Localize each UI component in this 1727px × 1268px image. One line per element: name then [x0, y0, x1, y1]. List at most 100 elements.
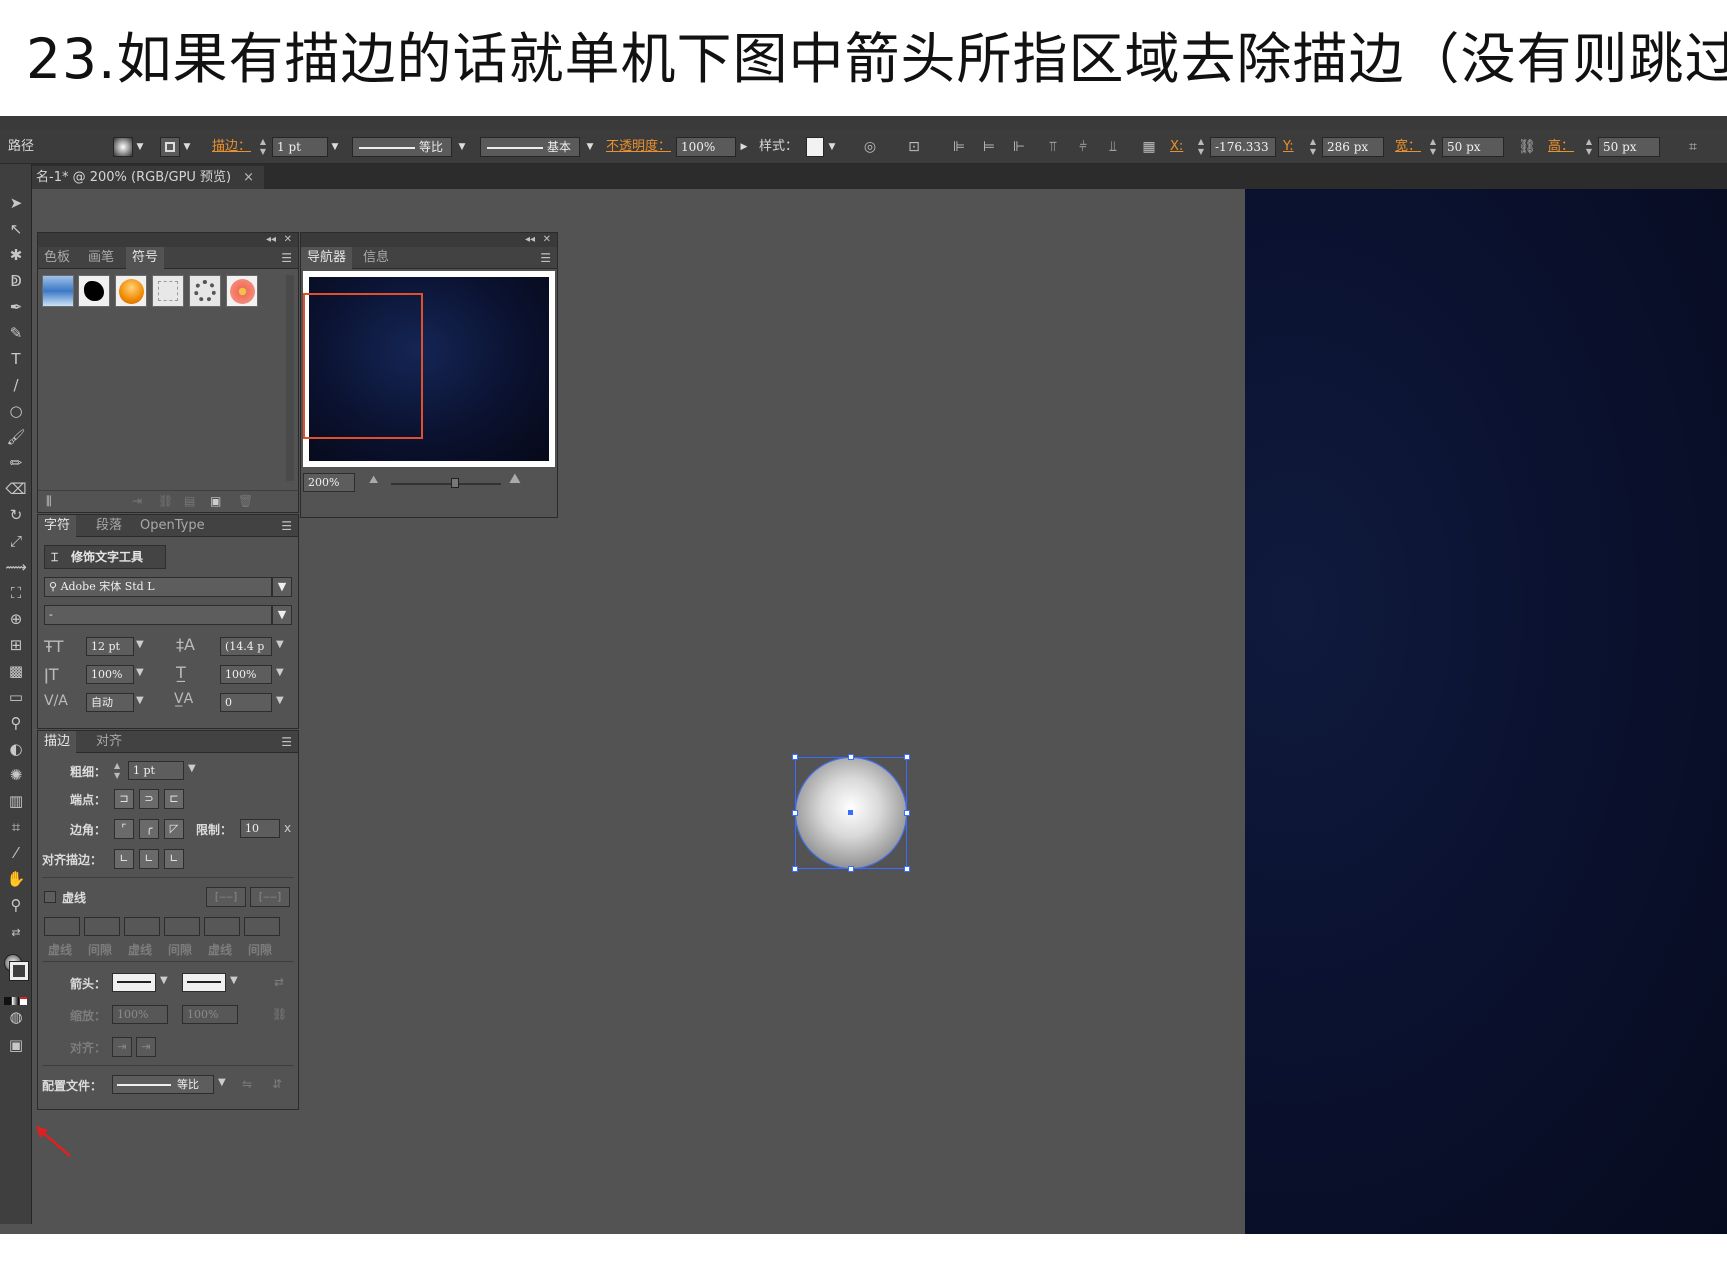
- collapse-icon[interactable]: ◂◂: [266, 233, 276, 247]
- style-swatch[interactable]: [806, 137, 824, 157]
- resize-handle-bottom-right[interactable]: [904, 866, 910, 872]
- dash-field-1[interactable]: [44, 917, 80, 936]
- tab-opentype[interactable]: OpenType: [134, 515, 211, 537]
- tab-info[interactable]: 信息: [357, 247, 395, 269]
- delete-symbol-icon[interactable]: 🗑: [238, 494, 253, 508]
- align-left-icon[interactable]: ⊫: [950, 138, 968, 156]
- selected-gradient-circle[interactable]: [792, 754, 910, 872]
- kerning-field[interactable]: 自动: [86, 693, 134, 712]
- x-spinner-icon[interactable]: ▲ ▼: [1196, 137, 1206, 157]
- symbol-ink-splat[interactable]: [78, 275, 110, 307]
- width-field[interactable]: 50 px: [1442, 137, 1504, 157]
- mesh-tool-icon[interactable]: ▩: [4, 660, 28, 682]
- round-cap-icon[interactable]: ⊃: [139, 789, 159, 809]
- break-link-icon[interactable]: ⛓: [158, 494, 173, 508]
- resize-handle-bottom-left[interactable]: [792, 866, 798, 872]
- symbol-options-icon[interactable]: ▤: [184, 494, 195, 508]
- height-field[interactable]: 50 px: [1598, 137, 1660, 157]
- panel-menu-icon[interactable]: ☰: [540, 247, 551, 269]
- tab-brushes[interactable]: 画笔: [82, 247, 120, 269]
- symbols-scrollbar[interactable]: [286, 275, 294, 481]
- profile-dropdown-icon[interactable]: ▼: [218, 1077, 226, 1088]
- dash-field-3[interactable]: [204, 917, 240, 936]
- font-size-field[interactable]: 12 pt: [86, 637, 134, 656]
- resize-handle-right[interactable]: [904, 810, 910, 816]
- style-dropdown-icon[interactable]: ▼: [826, 137, 838, 157]
- stroke-weight-dropdown-icon[interactable]: ▼: [329, 137, 341, 157]
- end-arrowhead-dropdown-icon[interactable]: ▼: [230, 975, 238, 986]
- symbol-sprayer-icon[interactable]: ✺: [4, 764, 28, 786]
- width-spinner-icon[interactable]: ▲ ▼: [1428, 137, 1438, 157]
- zoom-tool-icon[interactable]: ⚲: [4, 894, 28, 916]
- profile-dropdown-icon[interactable]: ▼: [456, 137, 468, 157]
- align-bottom-icon[interactable]: ⫫: [1104, 138, 1122, 156]
- weight-dropdown-icon[interactable]: ▼: [188, 763, 196, 774]
- tracking-field[interactable]: 0: [220, 693, 272, 712]
- artboard-background[interactable]: [1245, 189, 1727, 1234]
- symbol-frame[interactable]: [152, 275, 184, 307]
- resize-handle-bottom[interactable]: [848, 866, 854, 872]
- tab-paragraph[interactable]: 段落: [90, 515, 128, 537]
- stroke-swatch[interactable]: [160, 137, 180, 157]
- artboard-tool-icon[interactable]: ⌗: [4, 816, 28, 838]
- opacity-label[interactable]: 不透明度：: [606, 136, 671, 158]
- font-family-field[interactable]: ⚲ Adobe 宋体 Std L: [44, 577, 272, 597]
- constrain-link-icon[interactable]: ⛓: [1518, 138, 1536, 156]
- start-arrowhead-dropdown-icon[interactable]: ▼: [160, 975, 168, 986]
- scale-tool-icon[interactable]: ⤢: [4, 530, 28, 552]
- symbol-libraries-menu-icon[interactable]: ⫼: [46, 494, 52, 509]
- free-transform-icon[interactable]: ⛶: [4, 582, 28, 604]
- swap-fill-stroke-icon[interactable]: ⇄: [4, 922, 28, 944]
- font-size-dropdown-icon[interactable]: ▼: [136, 639, 144, 650]
- tab-swatches[interactable]: 色板: [38, 247, 76, 269]
- leading-dropdown-icon[interactable]: ▼: [276, 639, 284, 650]
- symbol-orange-button[interactable]: [115, 275, 147, 307]
- direct-selection-tool-icon[interactable]: ↖: [4, 218, 28, 240]
- arrow-tip-beyond-icon[interactable]: ⇥: [112, 1037, 132, 1057]
- variable-width-profile[interactable]: 等比: [352, 137, 452, 157]
- stroke-label[interactable]: 描边：: [212, 136, 251, 158]
- link-scale-icon[interactable]: ⛓: [272, 1007, 287, 1021]
- miter-join-icon[interactable]: ⌜: [114, 819, 134, 839]
- brush-dropdown-icon[interactable]: ▼: [584, 137, 596, 157]
- panel-menu-icon[interactable]: ☰: [281, 515, 292, 537]
- font-family-dropdown-icon[interactable]: ▼: [272, 577, 292, 597]
- flip-across-icon[interactable]: ⇵: [272, 1077, 282, 1091]
- gap-field-2[interactable]: [164, 917, 200, 936]
- recolor-icon[interactable]: ◎: [861, 138, 879, 156]
- scale-start-field[interactable]: 100%: [112, 1005, 168, 1024]
- reference-point-icon[interactable]: ▦: [1140, 138, 1158, 156]
- vertical-scale-dropdown-icon[interactable]: ▼: [136, 667, 144, 678]
- resize-handle-top[interactable]: [848, 754, 854, 760]
- stroke-dropdown-icon[interactable]: ▼: [181, 137, 193, 157]
- swap-arrowheads-icon[interactable]: ⇄: [274, 975, 284, 989]
- dashed-line-checkbox[interactable]: [44, 891, 56, 903]
- kerning-dropdown-icon[interactable]: ▼: [136, 695, 144, 706]
- draw-mode-icon[interactable]: ◍: [4, 1006, 28, 1028]
- y-field[interactable]: 286 px: [1322, 137, 1384, 157]
- curvature-tool-icon[interactable]: ✎: [4, 322, 28, 344]
- place-symbol-icon[interactable]: ⇥: [132, 494, 142, 508]
- navigator-preview[interactable]: [303, 271, 555, 467]
- stroke-spinner-icon[interactable]: ▲ ▼: [258, 137, 268, 157]
- x-field[interactable]: -176.333: [1210, 137, 1276, 157]
- zoom-out-icon[interactable]: ⛰: [369, 473, 378, 487]
- tab-align[interactable]: 对齐: [90, 731, 128, 753]
- resize-handle-top-right[interactable]: [904, 754, 910, 760]
- perspective-grid-icon[interactable]: ⊞: [4, 634, 28, 656]
- opacity-field[interactable]: 100%: [676, 137, 736, 157]
- color-mode-buttons[interactable]: [4, 990, 28, 1005]
- opacity-arrow-icon[interactable]: ▶: [738, 137, 750, 157]
- blend-tool-icon[interactable]: ◐: [4, 738, 28, 760]
- horizontal-scale-dropdown-icon[interactable]: ▼: [276, 667, 284, 678]
- end-arrowhead-select[interactable]: [182, 973, 226, 992]
- document-tab[interactable]: 名-1* @ 200% (RGB/GPU 预览) ×: [32, 166, 265, 189]
- ellipse-tool-icon[interactable]: ○: [4, 400, 28, 422]
- bevel-join-icon[interactable]: ◸: [164, 819, 184, 839]
- transform-icon[interactable]: ⌗: [1684, 138, 1702, 156]
- width-tool-icon[interactable]: ⟿: [4, 556, 28, 578]
- symbol-flower[interactable]: [226, 275, 258, 307]
- dash-align-corners-icon[interactable]: [‒‒]: [250, 887, 290, 907]
- align-right-icon[interactable]: ⊩: [1010, 138, 1028, 156]
- align-middle-icon[interactable]: ⫩: [1074, 138, 1092, 156]
